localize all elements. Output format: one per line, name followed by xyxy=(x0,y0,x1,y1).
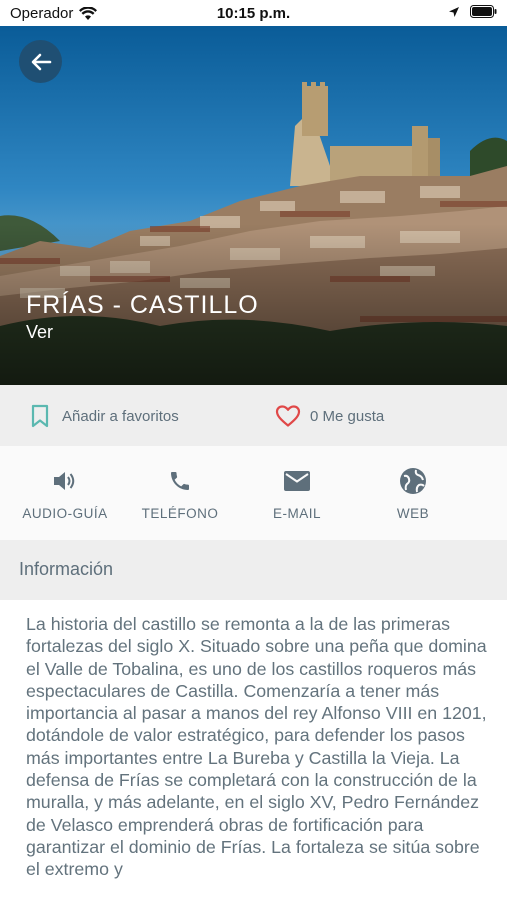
phone-button[interactable]: TELÉFONO xyxy=(125,466,235,521)
likes-count-label: 0 Me gusta xyxy=(310,407,385,425)
heart-icon xyxy=(275,405,301,427)
status-bar: Operador 10:15 p.m. xyxy=(0,0,507,26)
favorites-label: Añadir a favoritos xyxy=(62,407,179,425)
place-title: FRÍAS - CASTILLO xyxy=(26,291,259,319)
phone-label: TELÉFONO xyxy=(141,506,219,521)
actions-row: Añadir a favoritos 0 Me gusta xyxy=(0,385,507,446)
view-link[interactable]: Ver xyxy=(26,322,53,343)
audio-guide-label: AUDIO-GUÍA xyxy=(22,506,108,521)
location-arrow-icon xyxy=(449,6,459,17)
battery-icon xyxy=(470,5,497,18)
info-section-header: Información xyxy=(0,540,507,600)
castle-photo xyxy=(0,26,507,385)
like-button[interactable]: 0 Me gusta xyxy=(275,404,384,428)
arrow-left-icon xyxy=(31,53,51,70)
speaker-icon xyxy=(54,472,75,490)
add-favorites-button[interactable]: Añadir a favoritos xyxy=(30,404,179,428)
info-section-title: Información xyxy=(19,559,114,579)
audio-guide-button[interactable]: AUDIO-GUÍA xyxy=(10,466,120,521)
mail-icon xyxy=(284,471,310,491)
status-right-group xyxy=(448,5,497,18)
back-button[interactable] xyxy=(19,40,62,83)
contact-row: AUDIO-GUÍA TELÉFONO E-MAIL WEB xyxy=(0,446,507,540)
globe-icon xyxy=(400,468,426,494)
hero-header: FRÍAS - CASTILLO Ver xyxy=(0,26,507,385)
web-button[interactable]: WEB xyxy=(358,466,468,521)
email-button[interactable]: E-MAIL xyxy=(242,466,352,521)
phone-icon xyxy=(171,472,189,490)
info-description: La historia del castillo se remonta a la… xyxy=(26,614,487,880)
bookmark-icon xyxy=(31,404,49,428)
web-label: WEB xyxy=(396,506,430,521)
email-label: E-MAIL xyxy=(272,506,321,521)
status-time: 10:15 p.m. xyxy=(216,5,291,22)
